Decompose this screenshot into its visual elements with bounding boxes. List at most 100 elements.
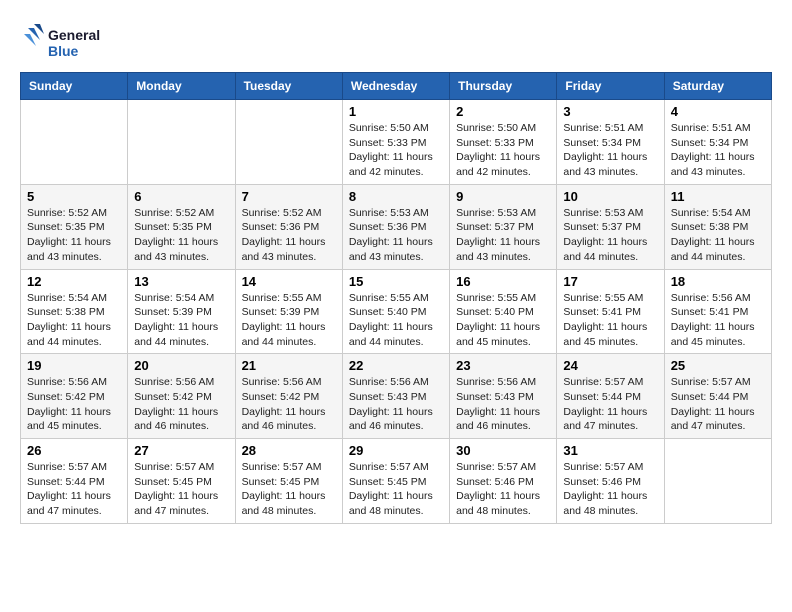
- day-number: 17: [563, 274, 657, 289]
- calendar-cell: [21, 100, 128, 185]
- day-number: 28: [242, 443, 336, 458]
- calendar-cell: 2 Sunrise: 5:50 AMSunset: 5:33 PMDaylight…: [450, 100, 557, 185]
- day-info: Sunrise: 5:57 AMSunset: 5:46 PMDaylight:…: [563, 460, 657, 519]
- logo-svg: General Blue: [20, 20, 110, 62]
- day-number: 1: [349, 104, 443, 119]
- day-number: 27: [134, 443, 228, 458]
- calendar-cell: 15 Sunrise: 5:55 AMSunset: 5:40 PMDayligh…: [342, 269, 449, 354]
- weekday-header: Thursday: [450, 73, 557, 100]
- calendar-cell: 17 Sunrise: 5:55 AMSunset: 5:41 PMDayligh…: [557, 269, 664, 354]
- calendar-cell: 1 Sunrise: 5:50 AMSunset: 5:33 PMDaylight…: [342, 100, 449, 185]
- day-info: Sunrise: 5:56 AMSunset: 5:42 PMDaylight:…: [242, 375, 336, 434]
- day-number: 15: [349, 274, 443, 289]
- calendar-cell: 11Sunrise: 5:54 AMSunset: 5:38 PMDayligh…: [664, 184, 771, 269]
- day-info: Sunrise: 5:57 AMSunset: 5:44 PMDaylight:…: [27, 460, 121, 519]
- calendar-week-row: 5 Sunrise: 5:52 AMSunset: 5:35 PMDaylight…: [21, 184, 772, 269]
- calendar-cell: 24Sunrise: 5:57 AMSunset: 5:44 PMDayligh…: [557, 354, 664, 439]
- day-number: 10: [563, 189, 657, 204]
- calendar-cell: [128, 100, 235, 185]
- svg-text:General: General: [48, 27, 100, 43]
- calendar-week-row: 19 Sunrise: 5:56 AMSunset: 5:42 PMDayligh…: [21, 354, 772, 439]
- svg-text:Blue: Blue: [48, 43, 79, 59]
- day-number: 3: [563, 104, 657, 119]
- day-number: 7: [242, 189, 336, 204]
- calendar-cell: 8 Sunrise: 5:53 AMSunset: 5:36 PMDaylight…: [342, 184, 449, 269]
- calendar-cell: 7 Sunrise: 5:52 AMSunset: 5:36 PMDaylight…: [235, 184, 342, 269]
- day-number: 22: [349, 358, 443, 373]
- calendar-cell: 13Sunrise: 5:54 AMSunset: 5:39 PMDayligh…: [128, 269, 235, 354]
- day-number: 12: [27, 274, 121, 289]
- day-number: 25: [671, 358, 765, 373]
- day-number: 29: [349, 443, 443, 458]
- calendar-table: SundayMondayTuesdayWednesdayThursdayFrid…: [20, 72, 772, 524]
- calendar-cell: 6 Sunrise: 5:52 AMSunset: 5:35 PMDaylight…: [128, 184, 235, 269]
- calendar-cell: 30 Sunrise: 5:57 AMSunset: 5:46 PMDayligh…: [450, 439, 557, 524]
- weekday-header: Wednesday: [342, 73, 449, 100]
- day-info: Sunrise: 5:56 AMSunset: 5:41 PMDaylight:…: [671, 291, 765, 350]
- calendar-cell: 19 Sunrise: 5:56 AMSunset: 5:42 PMDayligh…: [21, 354, 128, 439]
- day-info: Sunrise: 5:55 AMSunset: 5:39 PMDaylight:…: [242, 291, 336, 350]
- day-info: Sunrise: 5:57 AMSunset: 5:45 PMDaylight:…: [242, 460, 336, 519]
- calendar-week-row: 26 Sunrise: 5:57 AMSunset: 5:44 PMDayligh…: [21, 439, 772, 524]
- calendar-cell: 31 Sunrise: 5:57 AMSunset: 5:46 PMDayligh…: [557, 439, 664, 524]
- day-number: 14: [242, 274, 336, 289]
- day-info: Sunrise: 5:57 AMSunset: 5:44 PMDaylight:…: [671, 375, 765, 434]
- day-info: Sunrise: 5:55 AMSunset: 5:41 PMDaylight:…: [563, 291, 657, 350]
- day-info: Sunrise: 5:57 AMSunset: 5:44 PMDaylight:…: [563, 375, 657, 434]
- day-info: Sunrise: 5:52 AMSunset: 5:36 PMDaylight:…: [242, 206, 336, 265]
- calendar-cell: 18 Sunrise: 5:56 AMSunset: 5:41 PMDayligh…: [664, 269, 771, 354]
- day-info: Sunrise: 5:54 AMSunset: 5:38 PMDaylight:…: [671, 206, 765, 265]
- day-number: 20: [134, 358, 228, 373]
- calendar-cell: 9Sunrise: 5:53 AMSunset: 5:37 PMDaylight…: [450, 184, 557, 269]
- calendar-cell: 16 Sunrise: 5:55 AMSunset: 5:40 PMDayligh…: [450, 269, 557, 354]
- weekday-header-row: SundayMondayTuesdayWednesdayThursdayFrid…: [21, 73, 772, 100]
- page-header: General Blue: [20, 20, 772, 62]
- day-number: 30: [456, 443, 550, 458]
- calendar-cell: 22 Sunrise: 5:56 AMSunset: 5:43 PMDayligh…: [342, 354, 449, 439]
- day-number: 6: [134, 189, 228, 204]
- calendar-cell: 29 Sunrise: 5:57 AMSunset: 5:45 PMDayligh…: [342, 439, 449, 524]
- day-info: Sunrise: 5:56 AMSunset: 5:42 PMDaylight:…: [27, 375, 121, 434]
- calendar-cell: 28 Sunrise: 5:57 AMSunset: 5:45 PMDayligh…: [235, 439, 342, 524]
- day-info: Sunrise: 5:50 AMSunset: 5:33 PMDaylight:…: [456, 121, 550, 180]
- calendar-cell: 23Sunrise: 5:56 AMSunset: 5:43 PMDayligh…: [450, 354, 557, 439]
- day-number: 19: [27, 358, 121, 373]
- day-info: Sunrise: 5:53 AMSunset: 5:36 PMDaylight:…: [349, 206, 443, 265]
- day-info: Sunrise: 5:57 AMSunset: 5:46 PMDaylight:…: [456, 460, 550, 519]
- day-number: 8: [349, 189, 443, 204]
- day-number: 26: [27, 443, 121, 458]
- calendar-cell: 10 Sunrise: 5:53 AMSunset: 5:37 PMDayligh…: [557, 184, 664, 269]
- calendar-cell: 3 Sunrise: 5:51 AMSunset: 5:34 PMDaylight…: [557, 100, 664, 185]
- day-info: Sunrise: 5:54 AMSunset: 5:38 PMDaylight:…: [27, 291, 121, 350]
- day-info: Sunrise: 5:57 AMSunset: 5:45 PMDaylight:…: [134, 460, 228, 519]
- calendar-cell: [664, 439, 771, 524]
- calendar-cell: 25 Sunrise: 5:57 AMSunset: 5:44 PMDayligh…: [664, 354, 771, 439]
- day-number: 16: [456, 274, 550, 289]
- day-info: Sunrise: 5:52 AMSunset: 5:35 PMDaylight:…: [134, 206, 228, 265]
- day-number: 2: [456, 104, 550, 119]
- calendar-cell: 5Sunrise: 5:52 AMSunset: 5:35 PMDaylight…: [21, 184, 128, 269]
- weekday-header: Tuesday: [235, 73, 342, 100]
- logo: General Blue: [20, 20, 110, 62]
- day-number: 18: [671, 274, 765, 289]
- day-info: Sunrise: 5:55 AMSunset: 5:40 PMDaylight:…: [349, 291, 443, 350]
- day-info: Sunrise: 5:51 AMSunset: 5:34 PMDaylight:…: [563, 121, 657, 180]
- day-info: Sunrise: 5:51 AMSunset: 5:34 PMDaylight:…: [671, 121, 765, 180]
- day-number: 5: [27, 189, 121, 204]
- calendar-cell: 14 Sunrise: 5:55 AMSunset: 5:39 PMDayligh…: [235, 269, 342, 354]
- day-info: Sunrise: 5:57 AMSunset: 5:45 PMDaylight:…: [349, 460, 443, 519]
- day-info: Sunrise: 5:50 AMSunset: 5:33 PMDaylight:…: [349, 121, 443, 180]
- calendar-week-row: 1 Sunrise: 5:50 AMSunset: 5:33 PMDaylight…: [21, 100, 772, 185]
- day-number: 4: [671, 104, 765, 119]
- day-number: 21: [242, 358, 336, 373]
- day-info: Sunrise: 5:56 AMSunset: 5:42 PMDaylight:…: [134, 375, 228, 434]
- calendar-cell: 26 Sunrise: 5:57 AMSunset: 5:44 PMDayligh…: [21, 439, 128, 524]
- weekday-header: Monday: [128, 73, 235, 100]
- day-info: Sunrise: 5:56 AMSunset: 5:43 PMDaylight:…: [349, 375, 443, 434]
- day-info: Sunrise: 5:53 AMSunset: 5:37 PMDaylight:…: [563, 206, 657, 265]
- day-number: 31: [563, 443, 657, 458]
- day-number: 13: [134, 274, 228, 289]
- day-info: Sunrise: 5:55 AMSunset: 5:40 PMDaylight:…: [456, 291, 550, 350]
- calendar-cell: 27 Sunrise: 5:57 AMSunset: 5:45 PMDayligh…: [128, 439, 235, 524]
- calendar-cell: 20 Sunrise: 5:56 AMSunset: 5:42 PMDayligh…: [128, 354, 235, 439]
